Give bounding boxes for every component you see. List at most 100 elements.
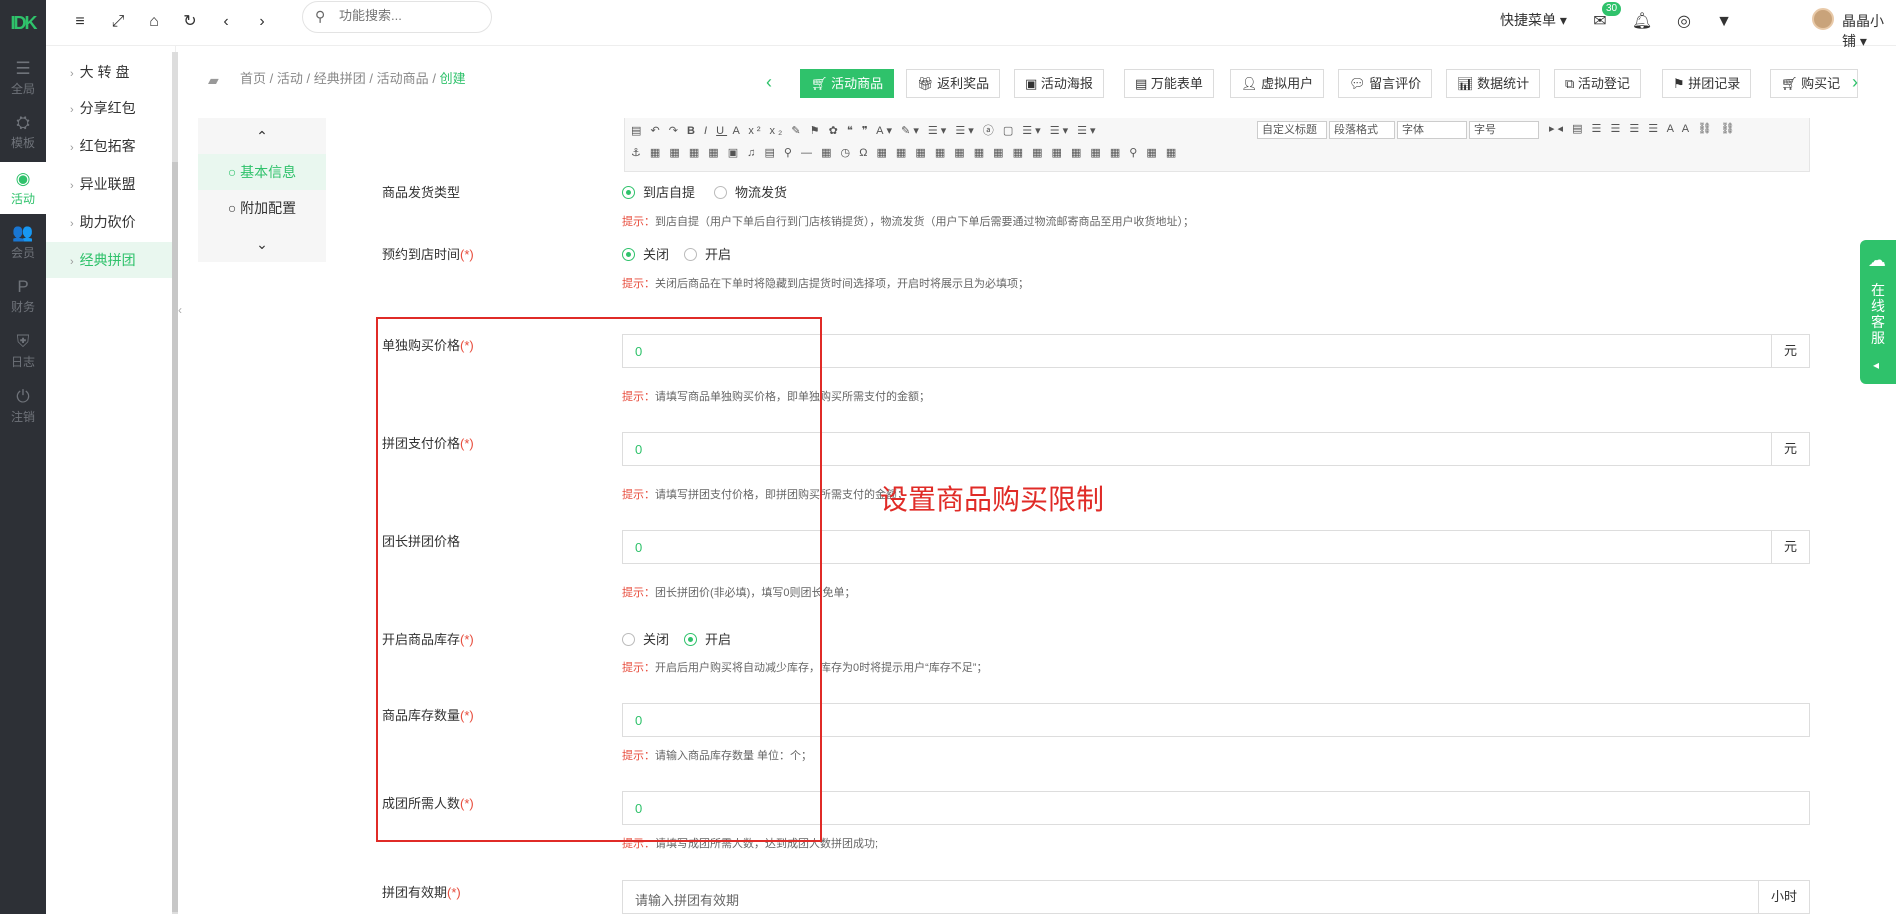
refresh-icon[interactable]: ↻ (178, 10, 202, 34)
rail-item-template[interactable]: ⛭ 模板 (0, 106, 46, 158)
radio-label: 关闭 (643, 247, 670, 262)
appointment-label: 预约到店时间(*) (382, 244, 474, 263)
rail-item-activity[interactable]: ◉ 活动 (0, 162, 46, 214)
bar-chart-icon: 📊︎ (1457, 76, 1474, 91)
tab-activity-goods[interactable]: 🛒︎ 活动商品 (800, 69, 895, 98)
chevron-down-icon[interactable]: ⌄ (198, 226, 326, 262)
user-circle-icon[interactable]: ◎ (1672, 10, 1696, 34)
submenu-item-active[interactable]: › 经典拼团 (46, 242, 176, 278)
editor-row-1[interactable]: ▤ ↶ ↷ B I U A x² x₂ ✎ ⚑ ✿ ❝ ❞ A▾ ✎▾ ☰▾ ☰… (631, 122, 1099, 142)
editor-paragraph-select[interactable]: 段落格式 (1329, 121, 1395, 139)
section-label: 基本信息 (240, 164, 297, 180)
breadcrumb-item[interactable]: 首页 (240, 71, 266, 86)
validity-input[interactable]: 请输入拼团有效期 小时 (622, 880, 1810, 914)
rail-label: 模板 (10, 136, 35, 150)
quick-menu[interactable]: 快捷菜单 ▾ (1500, 10, 1567, 30)
tab-rebate-prize[interactable]: 🎁︎ 返利奖品 (906, 69, 1001, 98)
sliders-icon: ☰ (15, 59, 31, 78)
tabs-next-icon[interactable]: › (1852, 72, 1858, 93)
tab-poster[interactable]: ▣ 活动海报 (1014, 69, 1104, 98)
caret-left-icon: ◂ (1873, 358, 1880, 372)
unit-addon: 元 (1770, 531, 1809, 563)
breadcrumb-sep: / (369, 71, 374, 86)
tab-purchase-records[interactable]: 🛒︎ 购买记 (1770, 69, 1858, 98)
rail-item-finance[interactable]: P 财务 (0, 270, 46, 322)
submenu-item[interactable]: › 大 转 盘 (46, 54, 176, 90)
pocket-icon[interactable]: ▼ (1712, 10, 1736, 34)
tab-label: 拼团记录 (1688, 76, 1741, 91)
collapse-toggle[interactable]: ‹ (178, 292, 188, 328)
username[interactable]: 晶晶小铺 ▾ (1842, 11, 1896, 51)
back-icon[interactable]: ‹ (214, 10, 238, 34)
appointment-radio-off[interactable]: 关闭 (622, 244, 669, 263)
chevron-right-icon: › (70, 256, 74, 268)
chevron-right-icon: › (70, 142, 74, 154)
search-input[interactable] (339, 8, 479, 23)
tab-form[interactable]: ▤ 万能表单 (1124, 69, 1214, 98)
delivery-hint: 提示：到店自提（用户下单后自行到门店核销提货），物流发货（用户下单后需要通过物流… (622, 213, 1194, 229)
cart-icon: 🛒︎ (811, 76, 828, 91)
unit-addon: 元 (1770, 335, 1809, 367)
required-mark: (*) (460, 247, 474, 262)
appointment-radio-on[interactable]: 开启 (684, 244, 731, 263)
editor-font-select[interactable]: 自定义标题 (1257, 121, 1327, 139)
cart-icon: 🛒︎ (1781, 76, 1798, 91)
breadcrumb-item[interactable]: 经典拼团 (314, 71, 366, 86)
section-extra-config[interactable]: ○ 附加配置 (198, 190, 326, 226)
delivery-label: 商品发货类型 (382, 182, 460, 201)
users-icon: 👥 (12, 223, 34, 242)
rail-item-global[interactable]: ☰ 全局 (0, 52, 46, 104)
fullscreen-icon[interactable]: ⤢ (106, 10, 130, 34)
circle-icon: ○ (227, 200, 237, 216)
chevron-right-icon: › (70, 104, 74, 116)
editor-size-select[interactable]: 字号 (1469, 121, 1539, 139)
chevron-up-icon[interactable]: ⌃ (198, 118, 326, 154)
mail-badge: 30 (1602, 2, 1622, 16)
tab-virtual-user[interactable]: 👤︎ 虚拟用户 (1230, 69, 1325, 98)
rail-item-log[interactable]: ⛨ 日志 (0, 325, 46, 377)
rail-label: 日志 (10, 355, 35, 369)
delivery-radio-logistics[interactable]: 物流发货 (714, 182, 787, 201)
tab-comments[interactable]: 💬︎ 留言评价 (1338, 69, 1433, 98)
editor-row-1b[interactable]: ▸◂ ▤ ☰ ☰ ☰ ☰ A A ⛓ ⛓ (1549, 122, 1738, 142)
forward-icon[interactable]: › (250, 10, 274, 34)
tab-statistics[interactable]: 📊︎ 数据统计 (1446, 69, 1541, 98)
tab-label: 活动商品 (831, 76, 884, 91)
rail-label: 活动 (10, 192, 35, 206)
tab-registration[interactable]: ⧉ 活动登记 (1554, 69, 1641, 98)
editor-family-select[interactable]: 字体 (1397, 121, 1467, 139)
online-service-tab[interactable]: ☁ 在线客服 ◂ (1860, 240, 1896, 384)
tabs-prev-icon[interactable]: ‹ (766, 72, 772, 93)
editor-select-label: 自定义标题 (1262, 124, 1317, 136)
rail-item-logout[interactable]: ⏻ 注销 (0, 380, 46, 432)
menu-icon[interactable]: ≡ (68, 10, 92, 34)
hint-text: 到店自提（用户下单后自行到门店核销提货），物流发货（用户下单后需要通过物流邮寄商… (655, 216, 1194, 228)
tab-group-records[interactable]: ⚑ 拼团记录 (1662, 69, 1752, 98)
chat-icon: ☁ (1868, 250, 1886, 270)
submenu-item[interactable]: › 红包拓客 (46, 128, 176, 164)
editor-row-2[interactable]: ⚓ ▦ ▦ ▦ ▦ ▣ ♫ ▤ ⚲ — ▦ ◷ Ω ▦ ▦ ▦ ▦ ▦ ▦ ▦ … (631, 146, 1179, 166)
section-basic-info[interactable]: ○ 基本信息 (198, 154, 326, 190)
submenu-item[interactable]: › 异业联盟 (46, 166, 176, 202)
rail-label: 全局 (10, 82, 35, 96)
search-box[interactable]: ⚲ (302, 1, 492, 33)
submenu-label: 大 转 盘 (79, 64, 130, 80)
sidebar-scrollbar[interactable] (172, 52, 178, 914)
breadcrumb-item[interactable]: 活动 (277, 71, 303, 86)
section-nav: ⌃ ○ 基本信息 ○ 附加配置 ⌄ (198, 118, 326, 262)
file-icon: ▤ (1135, 76, 1148, 91)
bell-icon[interactable]: 🔔︎ (1630, 10, 1654, 34)
power-icon: ⏻ (16, 387, 30, 406)
rail-item-member[interactable]: 👥 会员 (0, 216, 46, 268)
tab-label: 活动海报 (1040, 76, 1093, 91)
home-icon[interactable]: ⌂ (142, 10, 166, 34)
delivery-radio-pickup[interactable]: 到店自提 (622, 182, 695, 201)
submenu-item[interactable]: › 助力砍价 (46, 204, 176, 240)
breadcrumb-item[interactable]: 活动商品 (377, 71, 429, 86)
tab-label: 返利奖品 (937, 76, 990, 91)
scrollbar-thumb[interactable] (172, 162, 178, 912)
submenu-item[interactable]: › 分享红包 (46, 90, 176, 126)
breadcrumb-sep: / (306, 71, 311, 86)
chevron-right-icon: › (70, 68, 74, 80)
avatar[interactable] (1812, 8, 1834, 30)
